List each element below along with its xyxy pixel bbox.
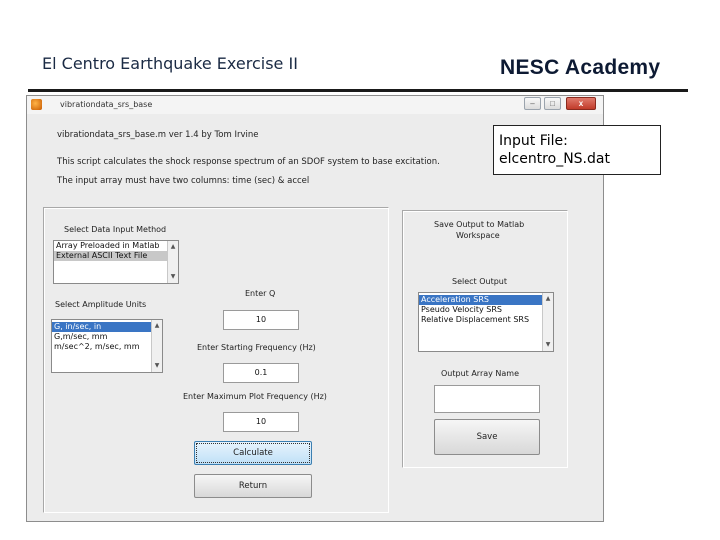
calculate-button[interactable]: Calculate [194, 441, 312, 465]
list-item[interactable]: m/sec^2, m/sec, mm [52, 342, 162, 352]
scroll-up-icon[interactable]: ▲ [544, 295, 552, 303]
save-panel-header-line2: Workspace [456, 231, 500, 240]
list-item[interactable]: G,m/sec, mm [52, 332, 162, 342]
header-line-input-note: The input array must have two columns: t… [57, 176, 310, 186]
close-button[interactable]: x [566, 97, 596, 110]
q-label: Enter Q [245, 289, 276, 298]
amplitude-units-label: Select Amplitude Units [55, 300, 147, 309]
output-listbox[interactable]: Acceleration SRS Pseudo Velocity SRS Rel… [418, 292, 554, 352]
scroll-up-icon[interactable]: ▲ [153, 322, 161, 330]
return-button[interactable]: Return [194, 474, 312, 498]
list-item[interactable]: Pseudo Velocity SRS [419, 305, 553, 315]
maximize-button[interactable]: □ [544, 97, 561, 110]
slide-title: El Centro Earthquake Exercise II [42, 54, 298, 73]
listbox-scrollbar[interactable]: ▲ ▼ [167, 241, 178, 283]
start-frequency-input[interactable]: 0.1 [223, 363, 299, 383]
window-titlebar[interactable]: vibrationdata_srs_base – □ x [27, 96, 603, 114]
input-method-listbox[interactable]: Array Preloaded in Matlab External ASCII… [53, 240, 179, 284]
scroll-down-icon[interactable]: ▼ [169, 273, 177, 281]
callout-line-filename: elcentro_NS.dat [499, 151, 610, 167]
amplitude-units-listbox[interactable]: G, in/sec, in G,m/sec, mm m/sec^2, m/sec… [51, 319, 163, 373]
scroll-down-icon[interactable]: ▼ [153, 362, 161, 370]
slide-brand: NESC Academy [500, 56, 661, 79]
header-line-version: vibrationdata_srs_base.m ver 1.4 by Tom … [57, 130, 259, 140]
input-method-label: Select Data Input Method [64, 225, 167, 234]
q-input[interactable]: 10 [223, 310, 299, 330]
listbox-scrollbar[interactable]: ▲ ▼ [151, 320, 162, 372]
title-rule [28, 89, 688, 92]
output-array-name-input[interactable] [434, 385, 540, 413]
header-line-description: This script calculates the shock respons… [57, 157, 440, 167]
list-item[interactable]: G, in/sec, in [52, 322, 162, 332]
max-frequency-input[interactable]: 10 [223, 412, 299, 432]
callout-line-label: Input File: [499, 133, 568, 149]
list-item[interactable]: Acceleration SRS [419, 295, 553, 305]
scroll-up-icon[interactable]: ▲ [169, 243, 177, 251]
listbox-scrollbar[interactable]: ▲ ▼ [542, 293, 553, 351]
list-item[interactable]: Relative Displacement SRS [419, 315, 553, 325]
minimize-button[interactable]: – [524, 97, 541, 110]
list-item[interactable]: External ASCII Text File [54, 251, 178, 261]
save-button[interactable]: Save [434, 419, 540, 455]
max-frequency-label: Enter Maximum Plot Frequency (Hz) [183, 392, 327, 401]
select-output-label: Select Output [452, 277, 508, 286]
window-title: vibrationdata_srs_base [60, 100, 153, 109]
output-array-name-label: Output Array Name [441, 369, 520, 378]
save-panel-header-line1: Save Output to Matlab [434, 220, 525, 229]
scroll-down-icon[interactable]: ▼ [544, 341, 552, 349]
matlab-icon [31, 99, 42, 110]
input-file-callout: Input File: elcentro_NS.dat [493, 125, 661, 175]
list-item[interactable]: Array Preloaded in Matlab [54, 241, 178, 251]
start-frequency-label: Enter Starting Frequency (Hz) [197, 343, 316, 352]
